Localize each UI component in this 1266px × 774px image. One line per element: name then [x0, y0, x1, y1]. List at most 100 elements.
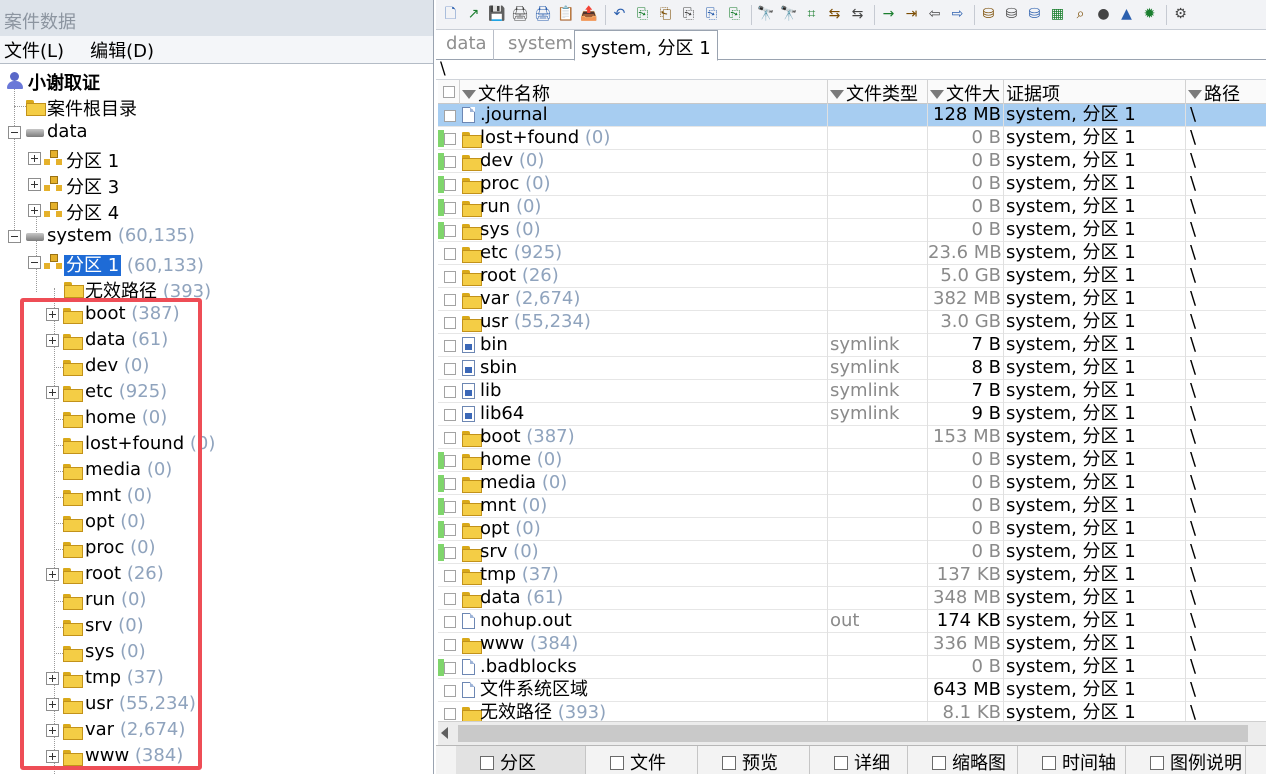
table-row[interactable]: sys (0) 0 Bsystem, 分区 1 \ — [438, 219, 1266, 242]
toolbar-icon-24[interactable]: ⇨ — [949, 6, 966, 23]
expand-icon[interactable] — [28, 178, 41, 191]
toolbar-icon-35[interactable]: ⚙ — [1172, 6, 1189, 23]
row-checkbox[interactable] — [444, 409, 456, 421]
table-row[interactable]: root (26) 5.0 GB system, 分区 1 \ — [438, 265, 1266, 288]
toolbar-icon-3[interactable]: 🖨 — [511, 6, 529, 23]
row-checkbox[interactable] — [444, 455, 456, 467]
table-row[interactable]: .journal 128 MB system, 分区 1 \ — [438, 104, 1266, 127]
header-checkbox[interactable] — [438, 80, 460, 104]
table-row[interactable]: dev (0) 0 Bsystem, 分区 1 \ — [438, 150, 1266, 173]
table-row[interactable]: usr (55,234) 3.0 GB system, 分区 1 \ — [438, 311, 1266, 334]
row-checkbox[interactable] — [444, 662, 456, 674]
table-row[interactable]: run (0) 0 Bsystem, 分区 1 \ — [438, 196, 1266, 219]
row-checkbox[interactable] — [444, 685, 456, 697]
toolbar-icon-21[interactable]: → — [880, 6, 897, 23]
tree-folder-opt[interactable]: opt (0) — [0, 510, 433, 536]
table-row[interactable]: www (384) 336 MB system, 分区 1 \ — [438, 633, 1266, 656]
toolbar-icon-2[interactable]: 💾 — [488, 6, 505, 23]
collapse-icon[interactable] — [8, 126, 21, 139]
tab-legend[interactable]: 图例说明 — [1126, 746, 1246, 774]
tab-file[interactable]: 文件 — [586, 746, 698, 774]
toolbar-icon-19[interactable]: ⇆ — [849, 6, 866, 23]
row-checkbox[interactable] — [444, 570, 456, 582]
tree-folder-srv[interactable]: srv (0) — [0, 614, 433, 640]
expand-icon[interactable] — [46, 724, 59, 737]
toolbar-icon-23[interactable]: ⇦ — [926, 6, 943, 23]
tree-partition[interactable]: 分区 4 — [0, 198, 433, 224]
tree-root[interactable]: 小谢取证 — [0, 68, 433, 94]
tab-thumbnail[interactable]: 缩略图 — [908, 746, 1018, 774]
row-checkbox[interactable] — [444, 432, 456, 444]
toolbar-icon-32[interactable]: ▲ — [1118, 6, 1135, 23]
tree-folder-sys[interactable]: sys (0) — [0, 640, 433, 666]
header-size[interactable]: 文件大 — [928, 80, 1004, 105]
collapse-icon[interactable] — [8, 230, 21, 243]
table-row[interactable]: nohup.out out 174 KB system, 分区 1 \ — [438, 610, 1266, 633]
tree-folder-boot[interactable]: boot (387) — [0, 302, 433, 328]
toolbar-icon-13[interactable]: ⎘ — [726, 6, 743, 23]
tree-folder-usr[interactable]: usr (55,234) — [0, 692, 433, 718]
tree-folder-tmp[interactable]: tmp (37) — [0, 666, 433, 692]
tree-folder-proc[interactable]: proc (0) — [0, 536, 433, 562]
tree-invalid-path[interactable]: 无效路径 (393) — [0, 276, 433, 302]
table-row[interactable]: 无效路径 (393) 8.1 KB system, 分区 1 \ — [438, 702, 1266, 721]
row-checkbox[interactable] — [444, 110, 456, 122]
tree-folder-root[interactable]: root (26) — [0, 562, 433, 588]
toolbar-icon-6[interactable]: 📤 — [580, 6, 597, 23]
header-evidence[interactable]: 证据项 — [1004, 80, 1186, 105]
tree-drive-system[interactable]: system (60,135) — [0, 224, 433, 250]
toolbar-icon-22[interactable]: ⇥ — [903, 6, 920, 23]
row-checkbox[interactable] — [444, 317, 456, 329]
table-row[interactable]: srv (0) 0 Bsystem, 分区 1 \ — [438, 541, 1266, 564]
tree-folder-media[interactable]: media (0) — [0, 458, 433, 484]
row-checkbox[interactable] — [444, 340, 456, 352]
table-row[interactable]: data (61) 348 MB system, 分区 1 \ — [438, 587, 1266, 610]
toolbar-icon-8[interactable]: ↶ — [611, 6, 628, 23]
row-checkbox[interactable] — [444, 202, 456, 214]
tree-folder-run[interactable]: run (0) — [0, 588, 433, 614]
menu-edit[interactable]: 编辑(D) — [90, 37, 154, 62]
table-row[interactable]: var (2,674) 382 MB system, 分区 1 \ — [438, 288, 1266, 311]
header-type[interactable]: 文件类型 — [828, 80, 928, 105]
tree-folder-var[interactable]: var (2,674) — [0, 718, 433, 744]
row-checkbox[interactable] — [444, 616, 456, 628]
toolbar-icon-33[interactable]: ✹ — [1141, 6, 1158, 23]
tree-partition-selected[interactable]: 分区 1 (60,133) — [0, 250, 433, 276]
row-checkbox[interactable] — [444, 179, 456, 191]
table-row[interactable]: lib symlink 7 Bsystem, 分区 1 \ — [438, 380, 1266, 403]
tree-folder-lost-found[interactable]: lost+found (0) — [0, 432, 433, 458]
expand-icon[interactable] — [46, 334, 59, 347]
toolbar-icon-28[interactable]: ⛁ — [1026, 6, 1043, 23]
row-checkbox[interactable] — [444, 593, 456, 605]
toolbar-icon-4[interactable]: 🖨 — [534, 6, 552, 23]
table-row[interactable]: boot (387) 153 MB system, 分区 1 \ — [438, 426, 1266, 449]
table-row[interactable]: sbin symlink 8 Bsystem, 分区 1 \ — [438, 357, 1266, 380]
tab-preview[interactable]: 预览 — [698, 746, 810, 774]
row-checkbox[interactable] — [444, 501, 456, 513]
tab-data[interactable]: data — [440, 30, 494, 60]
toolbar-icon-11[interactable]: ⎘ — [680, 6, 697, 23]
row-checkbox[interactable] — [444, 524, 456, 536]
expand-icon[interactable] — [46, 568, 59, 581]
tree-folder-dev[interactable]: dev (0) — [0, 354, 433, 380]
toolbar-icon-12[interactable]: ⎘ — [703, 6, 720, 23]
toolbar-icon-0[interactable]: 🗋 — [442, 6, 459, 23]
table-row[interactable]: lib64 symlink 9 Bsystem, 分区 1 \ — [438, 403, 1266, 426]
toolbar-icon-1[interactable]: ↗ — [465, 6, 482, 23]
tree-folder-mnt[interactable]: mnt (0) — [0, 484, 433, 510]
expand-icon[interactable] — [28, 152, 41, 165]
row-checkbox[interactable] — [444, 478, 456, 490]
row-checkbox[interactable] — [444, 294, 456, 306]
tree-folder-home[interactable]: home (0) — [0, 406, 433, 432]
scroll-left-icon[interactable] — [441, 727, 448, 739]
filter-icon[interactable] — [462, 90, 476, 99]
row-checkbox[interactable] — [444, 271, 456, 283]
tree-case-root[interactable]: 案件根目录 — [0, 94, 433, 120]
table-row[interactable]: media (0) 0 Bsystem, 分区 1 \ — [438, 472, 1266, 495]
expand-icon[interactable] — [46, 308, 59, 321]
row-checkbox[interactable] — [444, 156, 456, 168]
table-row[interactable]: home (0) 0 Bsystem, 分区 1 \ — [438, 449, 1266, 472]
table-row[interactable]: .badblocks 0 Bsystem, 分区 1 \ — [438, 656, 1266, 679]
table-row[interactable]: 文件系统区域 643 MB system, 分区 1 \ — [438, 679, 1266, 702]
toolbar-icon-16[interactable]: 🔭 — [780, 6, 797, 23]
